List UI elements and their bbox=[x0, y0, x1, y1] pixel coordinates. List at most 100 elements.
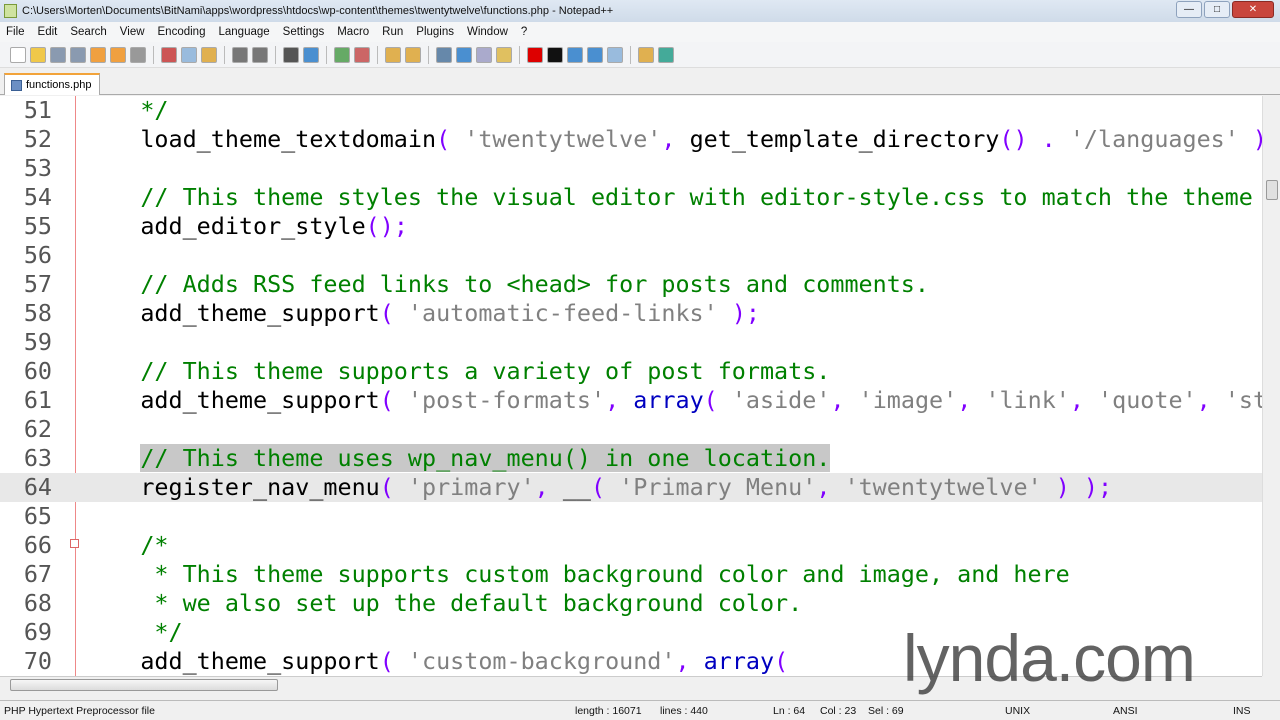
code-line[interactable]: 60 // This theme supports a variety of p… bbox=[0, 357, 1262, 386]
code-token: ( bbox=[379, 299, 394, 327]
play-multi-icon[interactable] bbox=[587, 46, 603, 63]
close-button[interactable]: ✕ bbox=[1232, 1, 1274, 18]
menu-View[interactable]: View bbox=[120, 26, 145, 38]
line-number: 60 bbox=[23, 357, 52, 385]
save-macro-icon[interactable] bbox=[607, 46, 623, 63]
print-icon[interactable] bbox=[130, 46, 146, 63]
status-mode: INS bbox=[1233, 705, 1251, 717]
line-code: /* bbox=[84, 531, 168, 560]
code-token: * This theme supports custom background … bbox=[84, 560, 1070, 588]
all-chars-icon[interactable] bbox=[456, 46, 472, 63]
zoom-out-icon[interactable] bbox=[354, 46, 370, 63]
code-line[interactable]: 58 add_theme_support( 'automatic-feed-li… bbox=[0, 299, 1262, 328]
paste-icon[interactable] bbox=[201, 46, 217, 63]
record-icon[interactable] bbox=[527, 46, 543, 63]
code-token: // This theme supports a variety of post… bbox=[84, 357, 831, 385]
code-token: 'twentytwelve' bbox=[450, 125, 662, 153]
line-number: 65 bbox=[23, 502, 52, 530]
code-line[interactable]: 63 // This theme uses wp_nav_menu() in o… bbox=[0, 444, 1262, 473]
code-token: */ bbox=[84, 618, 183, 646]
code-token: 'Primary Menu' bbox=[605, 473, 817, 501]
code-line[interactable]: 68 * we also set up the default backgrou… bbox=[0, 589, 1262, 618]
indent-guide-icon[interactable] bbox=[476, 46, 492, 63]
line-code: * we also set up the default background … bbox=[84, 589, 802, 618]
code-line[interactable]: 57 // Adds RSS feed links to <head> for … bbox=[0, 270, 1262, 299]
code-token: ( bbox=[379, 647, 394, 675]
code-token: array bbox=[689, 647, 775, 675]
menu-help[interactable]: ? bbox=[521, 26, 527, 38]
close-icon[interactable] bbox=[90, 46, 106, 63]
menu-Language[interactable]: Language bbox=[218, 26, 269, 38]
copy-icon[interactable] bbox=[181, 46, 197, 63]
close-all-icon[interactable] bbox=[110, 46, 126, 63]
toolbar-separator bbox=[326, 45, 327, 64]
doc-map-icon[interactable] bbox=[496, 46, 512, 63]
maximize-button[interactable]: □ bbox=[1204, 1, 1230, 18]
code-line[interactable]: 53 bbox=[0, 154, 1262, 183]
new-icon[interactable] bbox=[10, 46, 26, 63]
code-line[interactable]: 65 bbox=[0, 502, 1262, 531]
code-editor[interactable]: 51 */52 load_theme_textdomain( 'twentytw… bbox=[0, 96, 1262, 676]
menu-Plugins[interactable]: Plugins bbox=[416, 26, 454, 38]
menu-Edit[interactable]: Edit bbox=[38, 26, 58, 38]
code-token: */ bbox=[84, 96, 169, 124]
cut-icon[interactable] bbox=[161, 46, 177, 63]
code-line[interactable]: 52 load_theme_textdomain( 'twentytwelve'… bbox=[0, 125, 1262, 154]
code-token: () . bbox=[999, 125, 1056, 153]
save-icon[interactable] bbox=[50, 46, 66, 63]
menu-Settings[interactable]: Settings bbox=[283, 26, 325, 38]
status-encoding: ANSI bbox=[1113, 705, 1138, 717]
save-all-icon[interactable] bbox=[70, 46, 86, 63]
stop-icon[interactable] bbox=[547, 46, 563, 63]
line-number: 66 bbox=[23, 531, 52, 559]
zoom-in-icon[interactable] bbox=[334, 46, 350, 63]
toolbar-separator bbox=[224, 45, 225, 64]
play-icon[interactable] bbox=[567, 46, 583, 63]
line-number: 51 bbox=[23, 96, 52, 124]
menu-Macro[interactable]: Macro bbox=[337, 26, 369, 38]
code-token: register_nav_menu bbox=[84, 473, 380, 501]
sync-v-icon[interactable] bbox=[385, 46, 401, 63]
code-line[interactable]: 61 add_theme_support( 'post-formats', ar… bbox=[0, 386, 1262, 415]
spellcheck-icon[interactable] bbox=[658, 46, 674, 63]
redo-icon[interactable] bbox=[252, 46, 268, 63]
undo-icon[interactable] bbox=[232, 46, 248, 63]
wrap-icon[interactable] bbox=[436, 46, 452, 63]
tab-functions-php[interactable]: functions.php bbox=[4, 73, 101, 95]
code-line[interactable]: 56 bbox=[0, 241, 1262, 270]
replace-icon[interactable] bbox=[303, 46, 319, 63]
plugin-icon[interactable] bbox=[638, 46, 654, 63]
sync-h-icon[interactable] bbox=[405, 46, 421, 63]
code-line[interactable]: 66 /* bbox=[0, 531, 1262, 560]
code-line[interactable]: 59 bbox=[0, 328, 1262, 357]
code-line[interactable]: 64 register_nav_menu( 'primary', __( 'Pr… bbox=[0, 473, 1262, 502]
code-token: , bbox=[1196, 386, 1211, 414]
code-line[interactable]: 55 add_editor_style(); bbox=[0, 212, 1262, 241]
menu-Search[interactable]: Search bbox=[70, 26, 106, 38]
open-icon[interactable] bbox=[30, 46, 46, 63]
minimize-button[interactable]: — bbox=[1176, 1, 1202, 18]
toolbar-separator bbox=[519, 45, 520, 64]
vertical-scrollbar[interactable] bbox=[1262, 96, 1280, 676]
vertical-scroll-thumb[interactable] bbox=[1266, 180, 1278, 200]
menu-File[interactable]: File bbox=[6, 26, 25, 38]
menu-Encoding[interactable]: Encoding bbox=[158, 26, 206, 38]
menu-Run[interactable]: Run bbox=[382, 26, 403, 38]
line-number: 58 bbox=[23, 299, 52, 327]
line-number: 59 bbox=[23, 328, 52, 356]
horizontal-scroll-thumb[interactable] bbox=[10, 679, 278, 691]
find-icon[interactable] bbox=[283, 46, 299, 63]
code-line[interactable]: 62 bbox=[0, 415, 1262, 444]
window-title: C:\Users\Morten\Documents\BitNami\apps\w… bbox=[22, 5, 614, 17]
code-token: 'image' bbox=[844, 386, 958, 414]
code-line[interactable]: 54 // This theme styles the visual edito… bbox=[0, 183, 1262, 212]
line-code: add_theme_support( 'automatic-feed-links… bbox=[84, 299, 760, 328]
menu-Window[interactable]: Window bbox=[467, 26, 508, 38]
code-line[interactable]: 51 */ bbox=[0, 96, 1262, 125]
line-number: 54 bbox=[23, 183, 52, 211]
code-token: add_theme_support bbox=[84, 386, 380, 414]
code-line[interactable]: 67 * This theme supports custom backgrou… bbox=[0, 560, 1262, 589]
code-token: , bbox=[957, 386, 972, 414]
status-length: length : 16071 bbox=[575, 705, 642, 717]
